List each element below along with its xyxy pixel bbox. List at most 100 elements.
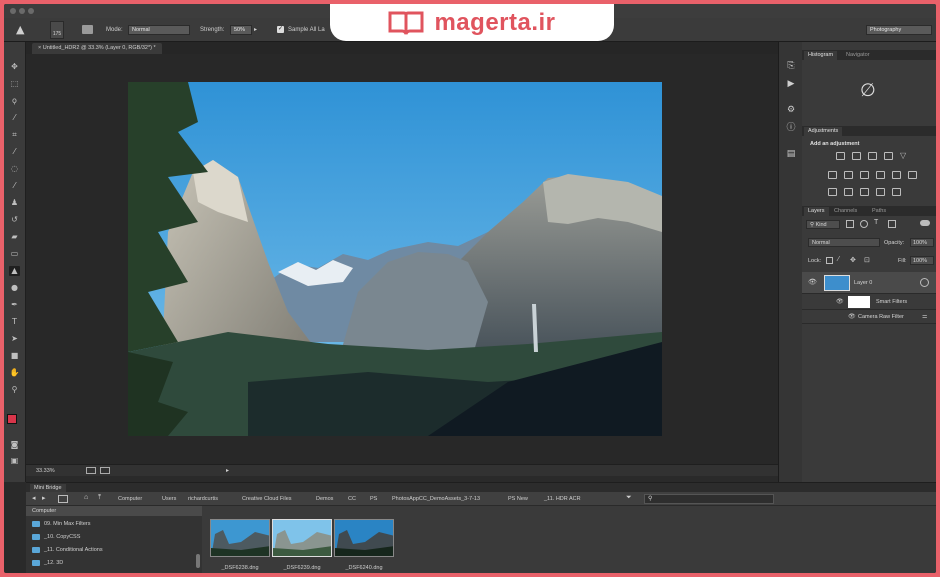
tab-histogram[interactable]: Histogram xyxy=(804,51,838,60)
filter-options-icon[interactable]: ⚌ xyxy=(922,313,927,320)
move-tool-icon[interactable]: ✥ xyxy=(9,62,20,72)
document-image[interactable] xyxy=(128,82,662,436)
sample-all-layers-checkbox[interactable]: ✓ xyxy=(277,26,284,33)
path-selection-tool-icon[interactable]: ➤ xyxy=(9,334,20,344)
clone-stamp-tool-icon[interactable]: ♟ xyxy=(9,198,20,208)
quick-select-tool-icon[interactable]: ⁄ xyxy=(9,113,20,123)
folder-pane-header[interactable]: Computer xyxy=(26,506,202,516)
folder-scrollbar[interactable] xyxy=(196,554,200,568)
quick-mask-icon[interactable]: ◙ xyxy=(9,440,20,450)
brightness-adjustment-icon[interactable] xyxy=(836,152,845,160)
layer-row-camera-raw[interactable]: 👁 Camera Raw Filter ⚌ xyxy=(802,310,936,324)
document-tab[interactable]: × Untitled_HDR2 @ 33.3% (Layer 0, RGB/32… xyxy=(32,43,162,54)
healing-brush-tool-icon[interactable]: ◌ xyxy=(9,164,20,174)
folder-item[interactable]: 09. Min Max Filters xyxy=(32,518,90,529)
posterize-adjustment-icon[interactable] xyxy=(844,188,853,196)
close-window-button[interactable] xyxy=(10,8,16,14)
layer-row-smart-filters[interactable]: 👁 Smart Filters xyxy=(802,294,936,310)
filter-toggle-icon[interactable] xyxy=(920,220,930,226)
eraser-tool-icon[interactable]: ▰ xyxy=(9,232,20,242)
tab-channels[interactable]: Channels xyxy=(830,207,861,216)
strength-slider-arrow-icon[interactable]: ▸ xyxy=(254,26,257,33)
screen-mode-icon[interactable]: ▣ xyxy=(9,456,20,466)
type-tool-icon[interactable]: T xyxy=(9,317,20,327)
filter-icon[interactable]: ⏷ xyxy=(626,494,632,502)
breadcrumb-ps-new[interactable]: PS New xyxy=(508,496,528,502)
breadcrumb-ps[interactable]: PS xyxy=(370,496,377,502)
bridge-search-input[interactable]: ⚲ xyxy=(644,494,774,504)
tab-layers[interactable]: Layers xyxy=(804,207,829,216)
breadcrumb-computer[interactable]: Computer xyxy=(118,496,142,502)
breadcrumb-user[interactable]: richardcurtis xyxy=(188,496,218,502)
folder-item[interactable]: _11. Conditional Actions xyxy=(32,544,103,555)
lock-pixels-icon[interactable]: ⁄ xyxy=(838,256,839,263)
dodge-tool-icon[interactable]: ● xyxy=(9,283,20,293)
workspace-select[interactable]: Photography xyxy=(866,25,932,35)
brush-panel-icon[interactable] xyxy=(82,25,93,34)
lasso-tool-icon[interactable]: ϙ xyxy=(9,96,20,106)
breadcrumb-users[interactable]: Users xyxy=(162,496,176,502)
minimize-window-button[interactable] xyxy=(19,8,25,14)
eyedropper-tool-icon[interactable]: ⁄ xyxy=(9,147,20,157)
hue-saturation-adjustment-icon[interactable] xyxy=(828,171,837,179)
strength-input[interactable]: 50% xyxy=(230,25,252,35)
brush-size-picker[interactable]: 175 xyxy=(50,21,64,39)
thumbnail-item[interactable] xyxy=(210,519,270,557)
gradient-map-adjustment-icon[interactable] xyxy=(892,188,901,196)
crop-tool-icon[interactable]: ⌗ xyxy=(9,130,20,140)
folder-item[interactable]: _12. 3D xyxy=(32,557,63,568)
zoom-tool-icon[interactable]: ⚲ xyxy=(9,385,20,395)
opacity-input[interactable]: 100% xyxy=(910,238,934,247)
layer-row-layer-0[interactable]: 👁 Layer 0 xyxy=(802,272,936,294)
color-lookup-adjustment-icon[interactable] xyxy=(908,171,917,179)
folder-item[interactable]: _10. CopyCSS xyxy=(32,531,80,542)
marquee-tool-icon[interactable]: ⬚ xyxy=(9,79,20,89)
home-icon[interactable]: ⌂ xyxy=(84,494,88,501)
forward-arrow-icon[interactable]: ▸ xyxy=(42,494,46,502)
status-menu-arrow-icon[interactable]: ▸ xyxy=(226,467,229,474)
shape-tool-icon[interactable]: ■ xyxy=(9,351,20,361)
zoom-window-button[interactable] xyxy=(28,8,34,14)
thumbnail-item[interactable] xyxy=(334,519,394,557)
foreground-color-swatch[interactable] xyxy=(7,414,17,424)
selective-color-adjustment-icon[interactable] xyxy=(876,188,885,196)
back-arrow-icon[interactable]: ◂ xyxy=(32,494,36,502)
canvas-area[interactable] xyxy=(26,54,778,464)
properties-panel-icon[interactable]: ⚙ xyxy=(785,104,797,116)
curves-adjustment-icon[interactable] xyxy=(868,152,877,160)
tool-preset-icon[interactable]: ▲ xyxy=(16,23,24,36)
status-timeline-icon[interactable] xyxy=(100,467,110,474)
visibility-eye-icon[interactable]: 👁 xyxy=(808,278,817,286)
black-white-adjustment-icon[interactable] xyxy=(860,171,869,179)
invert-adjustment-icon[interactable] xyxy=(828,188,837,196)
thumbnail-item[interactable] xyxy=(272,519,332,557)
panel-view-icon[interactable] xyxy=(58,495,68,503)
smart-filters-visibility-icon[interactable]: 👁 xyxy=(836,298,844,305)
sharpen-tool-icon[interactable]: ▲ xyxy=(9,266,20,276)
color-balance-adjustment-icon[interactable] xyxy=(844,171,853,179)
layer-name[interactable]: Layer 0 xyxy=(854,280,872,286)
mode-select[interactable]: Normal xyxy=(128,25,190,35)
hand-tool-icon[interactable]: ✋ xyxy=(9,368,20,378)
lock-all-icon[interactable]: ⊡ xyxy=(864,256,870,264)
filter-pixel-icon[interactable] xyxy=(846,220,854,228)
mini-bridge-title[interactable]: Mini Bridge xyxy=(30,484,66,492)
levels-adjustment-icon[interactable] xyxy=(852,152,861,160)
tab-paths[interactable]: Paths xyxy=(868,207,890,216)
status-info-icon[interactable] xyxy=(86,467,96,474)
vibrance-adjustment-icon[interactable]: ▽ xyxy=(900,152,909,160)
info-panel-icon[interactable]: ⓘ xyxy=(785,122,797,134)
breadcrumb-hdr-acr[interactable]: _11. HDR ACR xyxy=(544,496,581,502)
history-brush-tool-icon[interactable]: ↺ xyxy=(9,215,20,225)
layer-filter-kind-select[interactable]: ⚲ Kind xyxy=(806,220,840,229)
history-panel-icon[interactable]: ⎘ xyxy=(785,60,797,72)
fill-input[interactable]: 100% xyxy=(910,256,934,265)
notes-panel-icon[interactable]: ▤ xyxy=(785,148,797,160)
breadcrumb-demos[interactable]: Demos xyxy=(316,496,333,502)
breadcrumb-assets[interactable]: PhotosAppCC_DemoAssets_3-7-13 xyxy=(392,496,480,502)
threshold-adjustment-icon[interactable] xyxy=(860,188,869,196)
filter-type-icon[interactable]: T xyxy=(874,219,878,226)
pen-tool-icon[interactable]: ✒ xyxy=(9,300,20,310)
camera-raw-visibility-icon[interactable]: 👁 xyxy=(848,313,856,320)
tab-adjustments[interactable]: Adjustments xyxy=(804,127,843,136)
